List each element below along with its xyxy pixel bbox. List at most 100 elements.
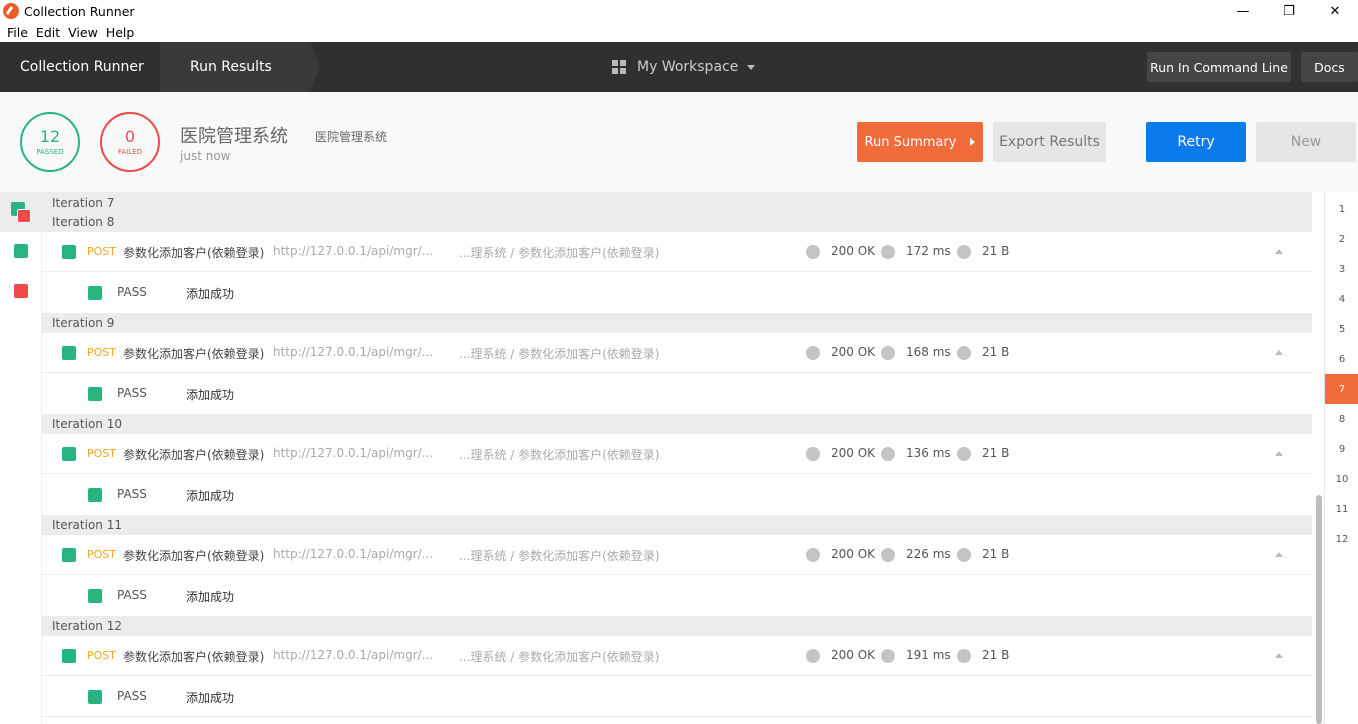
iteration-index-item[interactable]: 8 — [1325, 404, 1358, 434]
docs-button[interactable]: Docs — [1301, 52, 1358, 82]
run-summary-button[interactable]: Run Summary — [857, 122, 983, 162]
test-message: 添加成功 — [186, 691, 235, 705]
response-time: 191 ms — [906, 648, 951, 662]
test-status: PASS — [117, 689, 147, 703]
response-size: 21 B — [982, 648, 1010, 662]
run-summary-label: Run Summary — [864, 134, 957, 150]
iteration-index-item[interactable]: 12 — [1325, 524, 1358, 554]
request-path: ...理系统 / 参数化添加客户(依赖登录) — [459, 549, 660, 563]
iteration-index-item[interactable]: 10 — [1325, 464, 1358, 494]
iteration-index-item[interactable]: 2 — [1325, 224, 1358, 254]
status-dot-icon — [806, 548, 820, 562]
request-path: ...理系统 / 参数化添加客户(依赖登录) — [459, 650, 660, 664]
response-time: 136 ms — [906, 446, 951, 460]
menu-view[interactable]: View — [68, 25, 98, 40]
response-size: 21 B — [982, 547, 1010, 561]
size-dot-icon — [957, 245, 971, 259]
chevron-down-icon — [747, 64, 756, 70]
title-bar: Collection Runner — ❐ ✕ — [0, 0, 1358, 22]
chevron-right-icon — [970, 138, 976, 146]
test-result-row: PASS 添加成功 — [42, 576, 1312, 616]
chevron-up-icon[interactable] — [1275, 350, 1283, 355]
export-results-button[interactable]: Export Results — [993, 122, 1106, 162]
request-method: POST — [87, 346, 116, 359]
request-path: ...理系统 / 参数化添加客户(依赖登录) — [459, 448, 660, 462]
iteration-index-item[interactable]: 11 — [1325, 494, 1358, 524]
failed-label: FAILED — [118, 148, 142, 156]
request-row[interactable]: POST 参数化添加客户(依赖登录) http://127.0.0.1/api/… — [42, 434, 1312, 474]
passed-count: 12 — [39, 127, 61, 146]
failed-count: 0 — [124, 127, 136, 146]
chevron-up-icon[interactable] — [1275, 249, 1283, 254]
iteration-index-item[interactable]: 4 — [1325, 284, 1358, 314]
test-pass-icon — [88, 589, 102, 603]
iteration-index-item[interactable]: 9 — [1325, 434, 1358, 464]
size-dot-icon — [957, 649, 971, 663]
breadcrumb-collection-runner[interactable]: Collection Runner — [0, 42, 161, 92]
menu-file[interactable]: File — [7, 25, 28, 40]
maximize-icon[interactable]: ❐ — [1266, 0, 1312, 22]
test-pass-icon — [88, 488, 102, 502]
time-dot-icon — [881, 447, 895, 461]
status-square-icon — [62, 649, 76, 663]
run-time: just now — [180, 149, 231, 163]
test-status: PASS — [117, 487, 147, 501]
chevron-up-icon[interactable] — [1275, 552, 1283, 557]
iteration-label-8: Iteration 8 — [52, 215, 115, 229]
menu-edit[interactable]: Edit — [36, 25, 60, 40]
iteration-header: Iteration 12 — [42, 616, 1312, 636]
response-size: 21 B — [982, 345, 1010, 359]
iteration-index-item[interactable]: 3 — [1325, 254, 1358, 284]
request-name: 参数化添加客户(依赖登录) — [123, 549, 265, 563]
request-row[interactable]: POST 参数化添加客户(依赖登录) http://127.0.0.1/api/… — [42, 333, 1312, 373]
size-dot-icon — [957, 447, 971, 461]
request-method: POST — [87, 447, 116, 460]
filter-column — [0, 192, 42, 724]
iteration-header: Iteration 10 — [42, 414, 1312, 434]
iteration-index-item[interactable]: 1 — [1325, 194, 1358, 224]
iteration-index-item[interactable]: 6 — [1325, 344, 1358, 374]
breadcrumb-run-results[interactable]: Run Results — [160, 42, 320, 92]
status-dot-icon — [806, 245, 820, 259]
iteration-index-item[interactable]: 5 — [1325, 314, 1358, 344]
passed-filter-icon[interactable] — [14, 244, 28, 258]
new-button[interactable]: New — [1256, 122, 1356, 162]
minimize-icon[interactable]: — — [1220, 0, 1266, 22]
retry-button[interactable]: Retry — [1146, 122, 1246, 162]
collection-name: 医院管理系统 — [180, 126, 288, 147]
run-in-command-line-button[interactable]: Run In Command Line — [1147, 52, 1291, 82]
menu-help[interactable]: Help — [106, 25, 135, 40]
iteration-index-item-active[interactable]: 7 — [1325, 374, 1358, 404]
request-method: POST — [87, 649, 116, 662]
results-scrollbar-thumb[interactable] — [1316, 495, 1322, 724]
failed-filter-icon[interactable] — [14, 284, 28, 298]
response-status: 200 OK — [831, 244, 876, 258]
response-time: 172 ms — [906, 244, 951, 258]
chevron-up-icon[interactable] — [1275, 653, 1283, 658]
response-status: 200 OK — [831, 648, 876, 662]
test-pass-icon — [88, 387, 102, 401]
test-pass-icon — [88, 286, 102, 300]
chevron-up-icon[interactable] — [1275, 451, 1283, 456]
request-path: ...理系统 / 参数化添加客户(依赖登录) — [459, 347, 660, 361]
close-icon[interactable]: ✕ — [1312, 0, 1358, 22]
test-message: 添加成功 — [186, 388, 235, 402]
request-row[interactable]: POST 参数化添加客户(依赖登录) http://127.0.0.1/api/… — [42, 636, 1312, 676]
workspace-label: My Workspace — [637, 59, 739, 75]
time-dot-icon — [881, 245, 895, 259]
request-method: POST — [87, 245, 116, 258]
request-row[interactable]: POST 参数化添加客户(依赖登录) http://127.0.0.1/api/… — [42, 535, 1312, 575]
all-filter-red-icon[interactable] — [17, 209, 31, 223]
menu-bar: File Edit View Help — [0, 22, 1358, 42]
test-message: 添加成功 — [186, 287, 235, 301]
status-dot-icon — [806, 346, 820, 360]
request-row[interactable]: POST 参数化添加客户(依赖登录) http://127.0.0.1/api/… — [42, 232, 1312, 272]
request-url: http://127.0.0.1/api/mgr/... — [273, 446, 434, 460]
workspace-selector[interactable]: My Workspace — [612, 42, 756, 92]
size-dot-icon — [957, 548, 971, 562]
run-summary-panel: 12 PASSED 0 FAILED 医院管理系统 医院管理系统 just no… — [0, 92, 1358, 192]
test-result-row: PASS 添加成功 — [42, 475, 1312, 515]
test-status: PASS — [117, 285, 147, 299]
response-time: 226 ms — [906, 547, 951, 561]
response-status: 200 OK — [831, 547, 876, 561]
